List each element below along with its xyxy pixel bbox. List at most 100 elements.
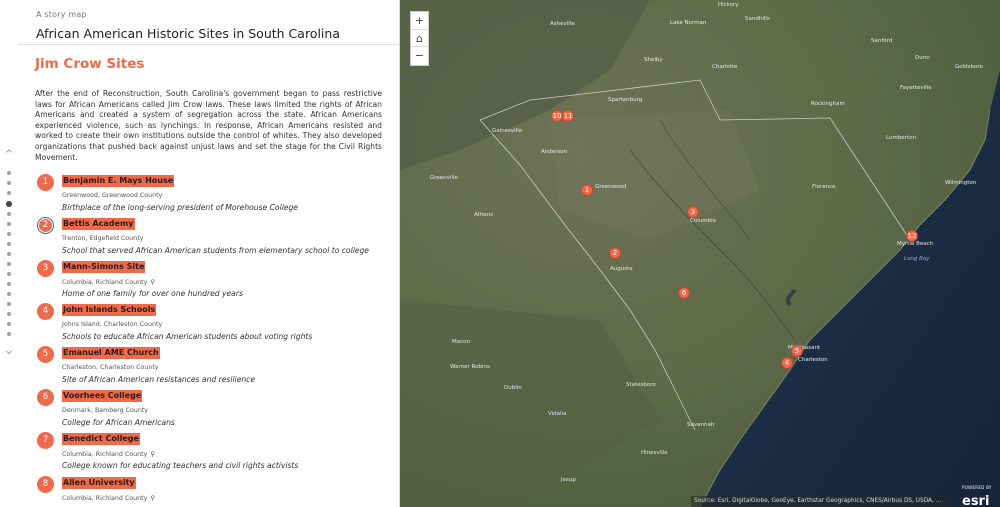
home-icon: ⌂ <box>416 31 423 45</box>
nav-dot[interactable] <box>7 252 11 256</box>
site-name-link[interactable]: Emanuel AME Church <box>62 347 160 359</box>
town-label: Sandhills <box>745 16 770 22</box>
story-panel: A story map African American Historic Si… <box>18 0 400 507</box>
story-eyebrow: A story map <box>36 10 87 19</box>
map-pin[interactable]: 3 <box>687 206 699 218</box>
map-pin[interactable]: 5 <box>791 345 803 357</box>
home-button[interactable]: ⌂ <box>411 30 428 48</box>
site-description: Schools to educate African American stud… <box>62 332 313 341</box>
town-label: Myrtle Beach <box>897 241 934 247</box>
town-label: Rockingham <box>811 101 845 107</box>
town-label: Lumberton <box>886 135 916 141</box>
map-imagery <box>400 0 1000 507</box>
town-label: Greenville <box>430 175 458 181</box>
nav-dot[interactable] <box>7 282 11 286</box>
site-item: 2 Bettis Academy Trenton, Edgefield Coun… <box>37 217 382 261</box>
esri-logo[interactable]: POWERED BY esri <box>962 485 992 507</box>
town-label: Dunn <box>915 55 930 61</box>
nav-dot[interactable] <box>7 212 11 216</box>
site-number: 2 <box>39 219 52 232</box>
site-location-row: Columbia, Richland County ⚲ <box>62 450 155 458</box>
magnifier-icon[interactable]: ⚲ <box>150 278 155 286</box>
site-number-badge[interactable]: 7 <box>37 432 54 449</box>
site-location: Denmark, Bamberg County <box>62 407 149 414</box>
site-location: Columbia, Richland County <box>62 495 148 502</box>
site-location: Johns Island, Charleston County <box>62 321 163 328</box>
section-navigation: ⌃ ⌄ <box>0 0 18 507</box>
site-number-badge-selected[interactable]: 2 <box>37 217 54 234</box>
site-item: 4 John Islands Schools Johns Island, Cha… <box>37 303 382 347</box>
site-item: 8 Allen University Columbia, Richland Co… <box>37 476 382 507</box>
chevron-down-icon[interactable]: ⌄ <box>2 344 16 357</box>
site-name-link[interactable]: Allen University <box>62 477 136 489</box>
nav-dot[interactable] <box>7 272 11 276</box>
town-label: Wilmington <box>945 180 977 186</box>
site-name-link[interactable]: Mann-Simons Site <box>62 261 146 273</box>
town-label: Goldsboro <box>955 64 983 70</box>
site-description: School that served African American stud… <box>62 246 369 255</box>
nav-dot[interactable] <box>7 322 11 326</box>
nav-dot-active[interactable] <box>6 201 12 207</box>
town-label: Hickory <box>718 2 739 8</box>
logo-word: esri <box>962 494 990 507</box>
town-label: Athens <box>474 212 494 218</box>
nav-dot[interactable] <box>7 332 11 336</box>
map-pin[interactable]: 4 <box>781 357 793 369</box>
town-label: Anderson <box>541 149 568 155</box>
town-label: Macon <box>452 339 470 345</box>
site-number-badge[interactable]: 1 <box>37 174 54 191</box>
town-label: Charlotte <box>712 64 738 70</box>
nav-dot[interactable] <box>7 191 11 195</box>
site-number-badge[interactable]: 5 <box>37 346 54 363</box>
site-location: Trenton, Edgefield County <box>62 235 144 242</box>
site-number-badge[interactable]: 6 <box>37 389 54 406</box>
nav-dot[interactable] <box>7 222 11 226</box>
town-label: Gainesville <box>492 128 523 134</box>
nav-dot[interactable] <box>7 262 11 266</box>
site-description: College known for educating teachers and… <box>62 461 299 470</box>
nav-dot[interactable] <box>7 181 11 185</box>
map-pin[interactable]: 12 <box>906 230 918 242</box>
map-pin[interactable]: 1 <box>581 184 593 196</box>
zoom-in-button[interactable]: + <box>411 12 428 30</box>
nav-dot[interactable] <box>7 232 11 236</box>
magnifier-icon[interactable]: ⚲ <box>150 450 155 458</box>
site-item: 7 Benedict College Columbia, Richland Co… <box>37 432 382 476</box>
site-name-link[interactable]: Benjamin E. Mays House <box>62 175 175 187</box>
nav-dot[interactable] <box>7 312 11 316</box>
town-label: Asheville <box>550 21 575 27</box>
site-item: 1 Benjamin E. Mays House Greenwood, Gree… <box>37 174 382 218</box>
site-name-link[interactable]: John Islands Schools <box>62 304 157 316</box>
nav-dot[interactable] <box>7 242 11 246</box>
town-label: Lake Norman <box>670 20 707 26</box>
town-label: Sanford <box>871 38 893 44</box>
site-name-link[interactable]: Voorhees College <box>62 390 143 402</box>
site-location: Columbia, Richland County <box>62 451 148 458</box>
map-pin[interactable]: 2 <box>609 247 621 259</box>
satellite-map[interactable]: Asheville Charlotte Spartanburg Anderson… <box>400 0 1000 507</box>
site-number-badge[interactable]: 8 <box>37 476 54 493</box>
site-item: 5 Emanuel AME Church Charleston, Charles… <box>37 346 382 390</box>
site-location-row: Columbia, Richland County ⚲ <box>62 494 155 502</box>
town-label: Shelby <box>644 57 663 63</box>
town-label: Charleston <box>798 357 828 363</box>
town-label: Spartanburg <box>608 97 643 103</box>
town-label: Statesboro <box>626 382 656 388</box>
nav-dot[interactable] <box>7 171 11 175</box>
site-description: Birthplace of the long-serving president… <box>62 203 298 212</box>
site-name-link[interactable]: Benedict College <box>62 433 140 445</box>
section-title: Jim Crow Sites <box>35 56 145 72</box>
map-pin[interactable]: 11 <box>562 110 574 122</box>
section-intro: After the end of Reconstruction, South C… <box>35 89 382 162</box>
magnifier-icon[interactable]: ⚲ <box>150 494 155 502</box>
town-label: Columbia <box>690 218 716 224</box>
nav-dot[interactable] <box>7 292 11 296</box>
map-pin[interactable]: 6 <box>678 287 690 299</box>
zoom-out-button[interactable]: − <box>411 47 428 65</box>
site-number-badge[interactable]: 3 <box>37 260 54 277</box>
chevron-up-icon[interactable]: ⌃ <box>2 149 16 162</box>
site-number-badge[interactable]: 4 <box>37 303 54 320</box>
site-name-link[interactable]: Bettis Academy <box>62 218 135 230</box>
town-label: Dublin <box>504 385 522 391</box>
nav-dot[interactable] <box>7 302 11 306</box>
